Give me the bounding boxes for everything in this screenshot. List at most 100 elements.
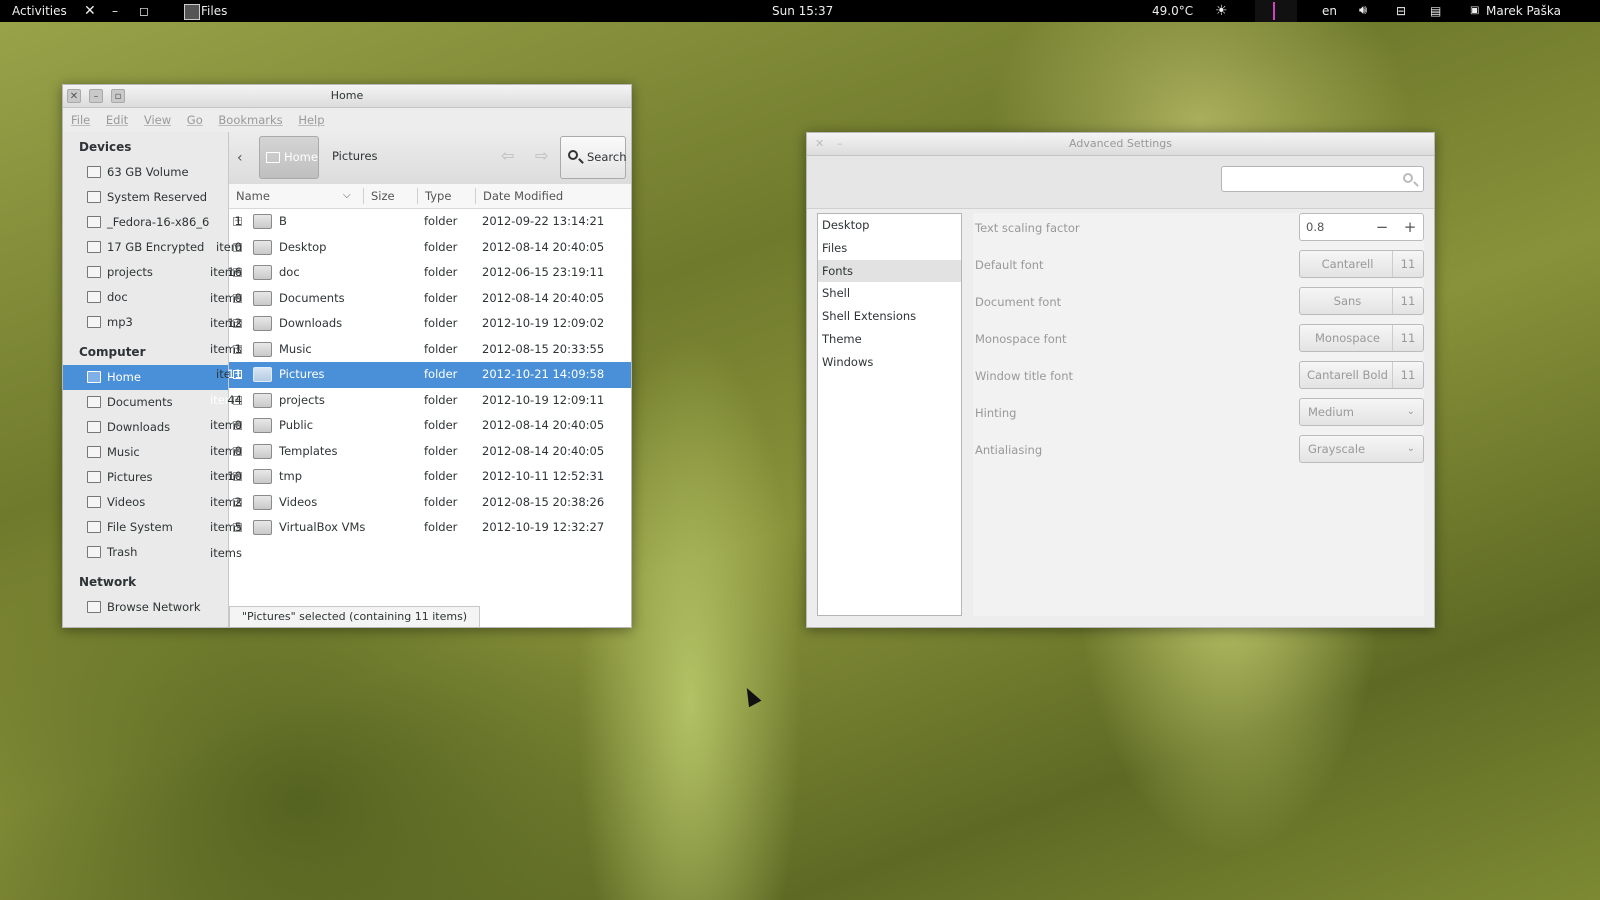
file-date: 2012-08-14 20:40:05 (482, 443, 605, 458)
sidebar-item[interactable]: 63 GB Volume (63, 160, 228, 185)
file-row[interactable]: + Pictures 11 items folder 2012-10-21 14:09:… (210, 362, 631, 407)
file-row[interactable]: + Public 0 items folder 2012-08-14 20:40:05 (210, 413, 631, 458)
brightness-icon[interactable]: ☀ (1215, 0, 1228, 22)
sidebar-item[interactable]: Browse Network (63, 595, 228, 620)
decrease-button[interactable]: − (1369, 214, 1395, 240)
clock[interactable]: Sun 15:37 (772, 0, 833, 22)
menu-bookmarks[interactable]: Bookmarks (218, 113, 282, 127)
nav-back-icon[interactable]: ⇦ (501, 146, 514, 165)
category-item[interactable]: Fonts (818, 259, 961, 283)
sidebar-item[interactable]: mp3 (63, 310, 228, 335)
search-button[interactable]: Search (560, 136, 627, 179)
sidebar-item[interactable]: Pictures (63, 465, 228, 490)
file-row[interactable]: +Music1 itemfolder2012-08-15 20:33:55 (216, 337, 631, 381)
sidebar-item-label: 63 GB Volume (107, 165, 189, 179)
settings-search-input[interactable] (1221, 166, 1424, 192)
hinting-combo[interactable]: Medium ⌄ (1299, 398, 1424, 426)
sidebar-item[interactable]: Music (63, 440, 228, 465)
window-title-font-button[interactable]: Cantarell Bold 11 (1299, 361, 1424, 389)
file-row[interactable]: + Downloads 12 items folder 2012-10-19 12:09… (210, 311, 631, 356)
sidebar-item[interactable]: 17 GB Encrypted (63, 235, 228, 260)
close-window-icon[interactable]: ✕ (815, 133, 824, 155)
home-icon (266, 152, 280, 163)
document-font-button[interactable]: Sans 11 (1299, 287, 1424, 315)
temperature-indicator[interactable]: 49.0°C (1152, 0, 1193, 22)
folder-icon (253, 520, 272, 535)
text-scaling-value[interactable]: 0.8 (1306, 220, 1324, 234)
minimize-window-icon[interactable]: – (837, 133, 843, 155)
drive-icon (87, 241, 101, 253)
menu-go[interactable]: Go (187, 113, 203, 127)
file-row[interactable]: + Templates 0 items folder 2012-08-14 20:40:… (210, 439, 631, 483)
cpu-bar (1273, 2, 1275, 20)
text-scaling-spinbutton[interactable]: 0.8 − + (1299, 213, 1424, 241)
sort-chevron-icon[interactable]: ⌵ (343, 190, 351, 201)
menu-edit[interactable]: Edit (106, 113, 128, 127)
breadcrumb-home[interactable]: Home (259, 136, 319, 179)
sidebar-item[interactable]: Home (63, 365, 228, 390)
sidebar-item-label: Documents (107, 395, 173, 409)
category-item[interactable]: Shell Extensions (818, 305, 961, 328)
menu-file[interactable]: File (71, 113, 90, 127)
fonts-settings-pane: Text scaling factor 0.8 − + Default font… (973, 213, 1424, 616)
file-row[interactable]: + VirtualBox VMs 5 items folder 2012-10-19 1… (210, 515, 631, 560)
category-item[interactable]: Theme (818, 328, 961, 351)
category-item[interactable]: Windows (818, 351, 961, 374)
sidebar-item[interactable]: _Fedora-16-x86_6 (63, 210, 228, 235)
menu-help[interactable]: Help (298, 113, 324, 127)
file-date: 2012-06-15 23:19:11 (482, 265, 605, 279)
volume-icon[interactable]: 🔊︎ (1359, 0, 1367, 22)
file-row[interactable]: + Desktop 0 items folder 2012-08-14 20:40:05 (210, 235, 631, 279)
activities-button[interactable]: Activities (12, 0, 67, 22)
category-item[interactable]: Shell (818, 282, 961, 305)
file-row[interactable]: + B 1 item folder 2012-09-22 13:14:21 (216, 209, 631, 254)
category-item[interactable]: Files (818, 237, 961, 260)
user-menu[interactable]: Marek Paška (1486, 0, 1561, 22)
battery-icon[interactable]: ▤ (1430, 0, 1441, 22)
col-name[interactable]: Name (236, 189, 270, 203)
app-menu[interactable]: Files (201, 0, 227, 22)
sidebar-item[interactable]: Documents (63, 390, 228, 415)
file-row[interactable]: + Documents 0 items folder 2012-08-14 20:40:… (210, 286, 631, 330)
file-row[interactable]: + doc 16 items folder 2012-06-15 23:19:11 (210, 260, 631, 305)
monospace-font-button[interactable]: Monospace 11 (1299, 324, 1424, 352)
back-arrow-icon[interactable]: ‹ (237, 150, 243, 166)
files-titlebar[interactable]: ✕ – ▫ Home (63, 85, 631, 108)
file-row[interactable]: + tmp 10 items folder 2012-10-11 12:52:31 (210, 464, 631, 509)
file-row[interactable]: + projects 44 items folder 2012-10-19 12:09:… (210, 388, 631, 432)
close-icon[interactable]: ✕ (84, 0, 96, 22)
maximize-icon[interactable]: ◻ (139, 0, 149, 22)
drive-icon (87, 166, 101, 178)
menu-view[interactable]: View (144, 113, 171, 127)
sidebar-item[interactable]: Downloads (63, 415, 228, 440)
devices-header: Devices (79, 140, 132, 154)
sidebar-item[interactable]: System Reserved (63, 185, 228, 210)
antialiasing-combo[interactable]: Grayscale ⌄ (1299, 435, 1424, 463)
col-size[interactable]: Size (371, 189, 395, 203)
close-window-icon[interactable]: ✕ (67, 89, 81, 103)
folder-icon (87, 371, 101, 383)
sidebar-item[interactable]: Trash (63, 540, 228, 565)
sidebar-item[interactable]: projects (63, 260, 228, 285)
advanced-titlebar[interactable]: ✕ – Advanced Settings (807, 133, 1434, 156)
maximize-window-icon[interactable]: ▫ (111, 89, 125, 103)
file-row[interactable]: + Videos 2 items folder 2012-08-15 20:38:26 (210, 490, 631, 534)
minimize-icon[interactable]: – (112, 0, 118, 22)
text-scaling-label: Text scaling factor (975, 221, 1080, 235)
sidebar-item[interactable]: doc (63, 285, 228, 310)
breadcrumb-pictures[interactable]: Pictures (332, 149, 378, 163)
col-date[interactable]: Date Modified (483, 189, 563, 203)
default-font-button[interactable]: Cantarell 11 (1299, 250, 1424, 278)
col-type[interactable]: Type (425, 189, 451, 203)
system-monitor-graph[interactable] (1255, 0, 1297, 22)
file-size: 5 items (210, 520, 243, 560)
network-icon[interactable]: ⊟ (1396, 0, 1406, 22)
increase-button[interactable]: + (1397, 214, 1423, 240)
category-item[interactable]: Desktop (818, 214, 961, 237)
keyboard-layout[interactable]: en (1322, 0, 1337, 22)
location-toolbar: ‹ Home Pictures ⇦ ⇨ Search (229, 132, 631, 185)
minimize-window-icon[interactable]: – (89, 89, 103, 103)
sidebar-item[interactable]: File System (63, 515, 228, 540)
nav-forward-icon[interactable]: ⇨ (535, 146, 548, 165)
sidebar-item[interactable]: Videos (63, 490, 228, 515)
